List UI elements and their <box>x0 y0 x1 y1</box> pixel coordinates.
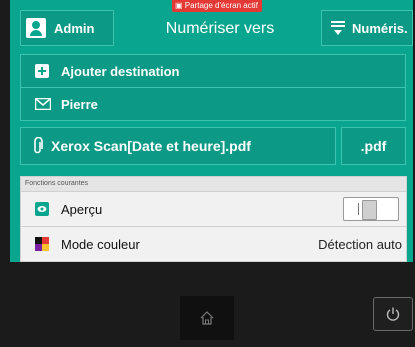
scan-screen: Admin ▣ Partage d'écran actif Numériser … <box>10 0 413 262</box>
common-features-panel: Fonctions courantes Aperçu Mode couleur … <box>20 176 407 262</box>
preview-label: Aperçu <box>61 201 103 217</box>
admin-label: Admin <box>54 20 95 36</box>
color-mode-label: Mode couleur <box>61 236 140 252</box>
eye-icon <box>35 202 49 216</box>
plus-icon <box>35 64 49 78</box>
power-button[interactable] <box>373 297 413 331</box>
user-icon <box>26 18 46 38</box>
power-icon <box>385 306 401 322</box>
scan-label: Numéris. <box>352 20 408 36</box>
destination-list: Ajouter destination Pierre <box>20 54 406 121</box>
page-title: Numériser vers <box>165 20 275 37</box>
recipient-label: Pierre <box>61 96 98 112</box>
file-format-label: .pdf <box>360 138 387 154</box>
paperclip-icon <box>33 137 43 155</box>
add-destination-button[interactable]: Ajouter destination <box>21 55 405 87</box>
share-banner-text: Partage d'écran actif <box>184 1 258 10</box>
preview-toggle[interactable] <box>343 197 399 221</box>
home-icon <box>199 310 215 326</box>
color-swatch-icon <box>35 237 49 251</box>
features-heading: Fonctions courantes <box>21 177 406 192</box>
scan-button[interactable]: Numéris. <box>321 10 413 46</box>
screen-share-banner: ▣ Partage d'écran actif <box>172 0 262 12</box>
share-icon: ▣ <box>175 1 183 10</box>
recipient-item[interactable]: Pierre <box>21 87 405 120</box>
file-name-button[interactable]: Xerox Scan[Date et heure].pdf <box>20 127 336 165</box>
scan-icon <box>330 19 346 37</box>
file-name-label: Xerox Scan[Date et heure].pdf <box>51 138 251 154</box>
add-destination-label: Ajouter destination <box>61 63 180 79</box>
home-button[interactable] <box>180 296 234 340</box>
preview-row[interactable]: Aperçu <box>21 192 406 227</box>
admin-button[interactable]: Admin <box>20 10 114 46</box>
file-format-button[interactable]: .pdf <box>341 127 406 165</box>
envelope-icon <box>35 98 51 110</box>
color-mode-row[interactable]: Mode couleur Détection auto <box>21 227 406 262</box>
color-mode-value: Détection auto <box>318 236 402 252</box>
